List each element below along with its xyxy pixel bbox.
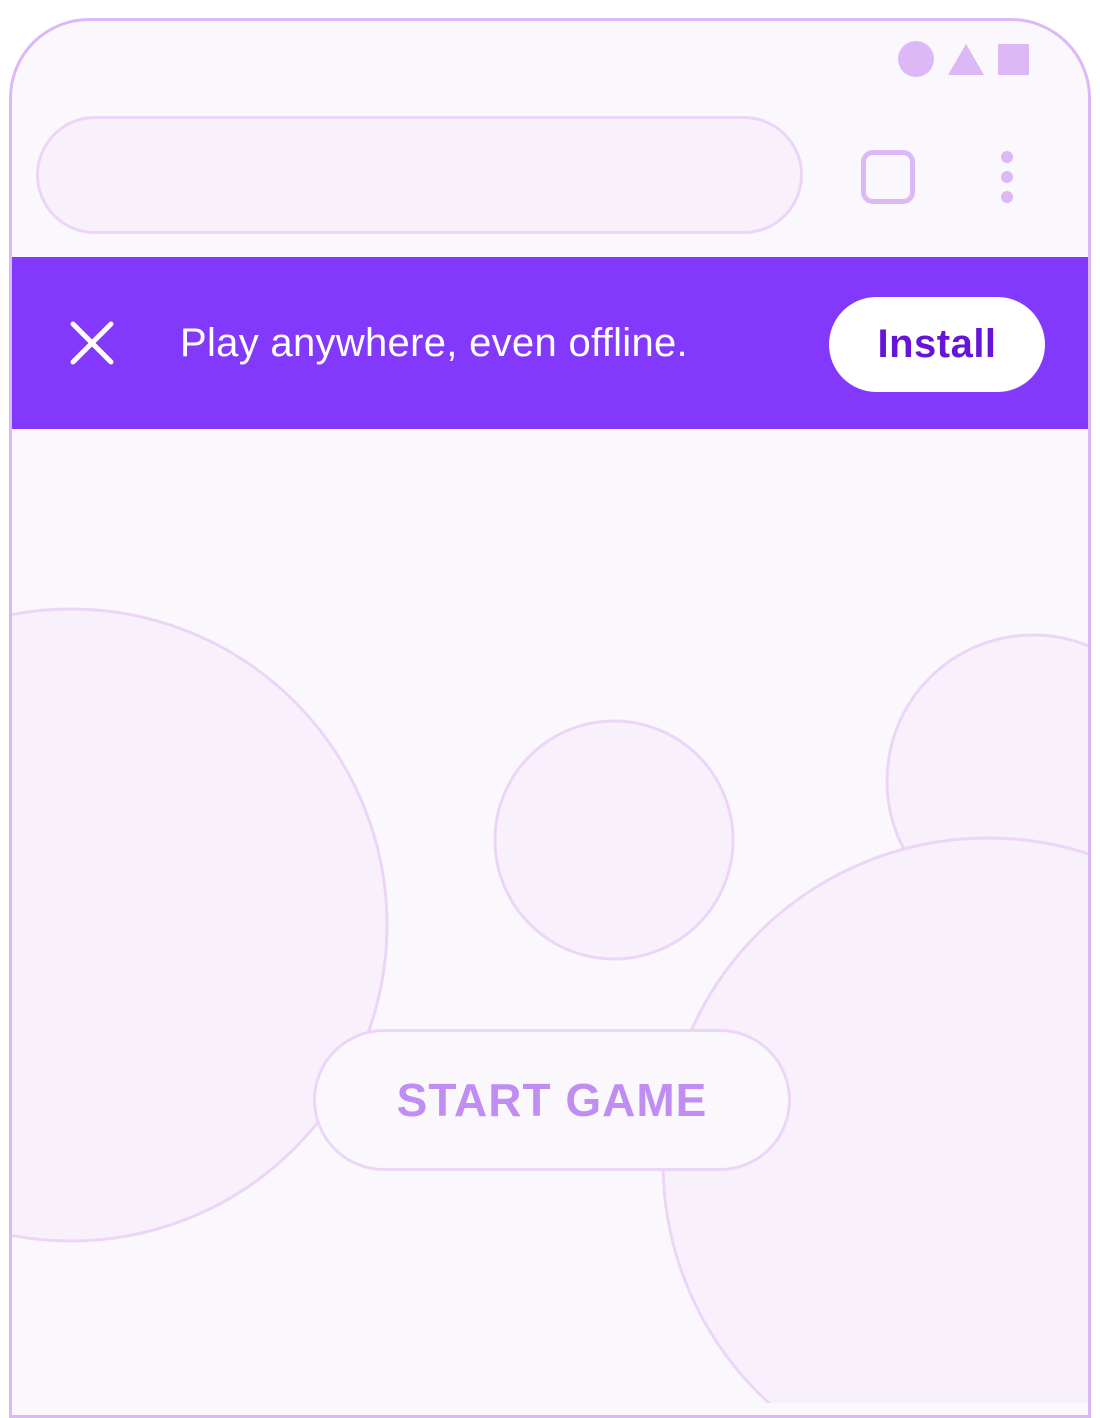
phone-frame: Play anywhere, even offline. Install STA… [9,18,1091,1418]
menu-dot [1001,151,1013,163]
tabs-icon[interactable] [861,150,915,204]
square-icon [998,43,1029,75]
triangle-icon [948,43,984,75]
address-bar[interactable] [36,116,803,234]
menu-dot [1001,171,1013,183]
more-vert-icon[interactable] [1000,151,1014,203]
decor-circle-center [493,719,735,961]
start-game-button[interactable]: START GAME [313,1029,791,1171]
install-banner: Play anywhere, even offline. Install [12,257,1088,429]
banner-message: Play anywhere, even offline. [180,321,688,365]
circle-icon [898,41,934,77]
close-icon[interactable] [67,318,117,368]
menu-dot [1001,191,1013,203]
status-bar-icons [898,41,1029,77]
install-button[interactable]: Install [829,297,1045,392]
